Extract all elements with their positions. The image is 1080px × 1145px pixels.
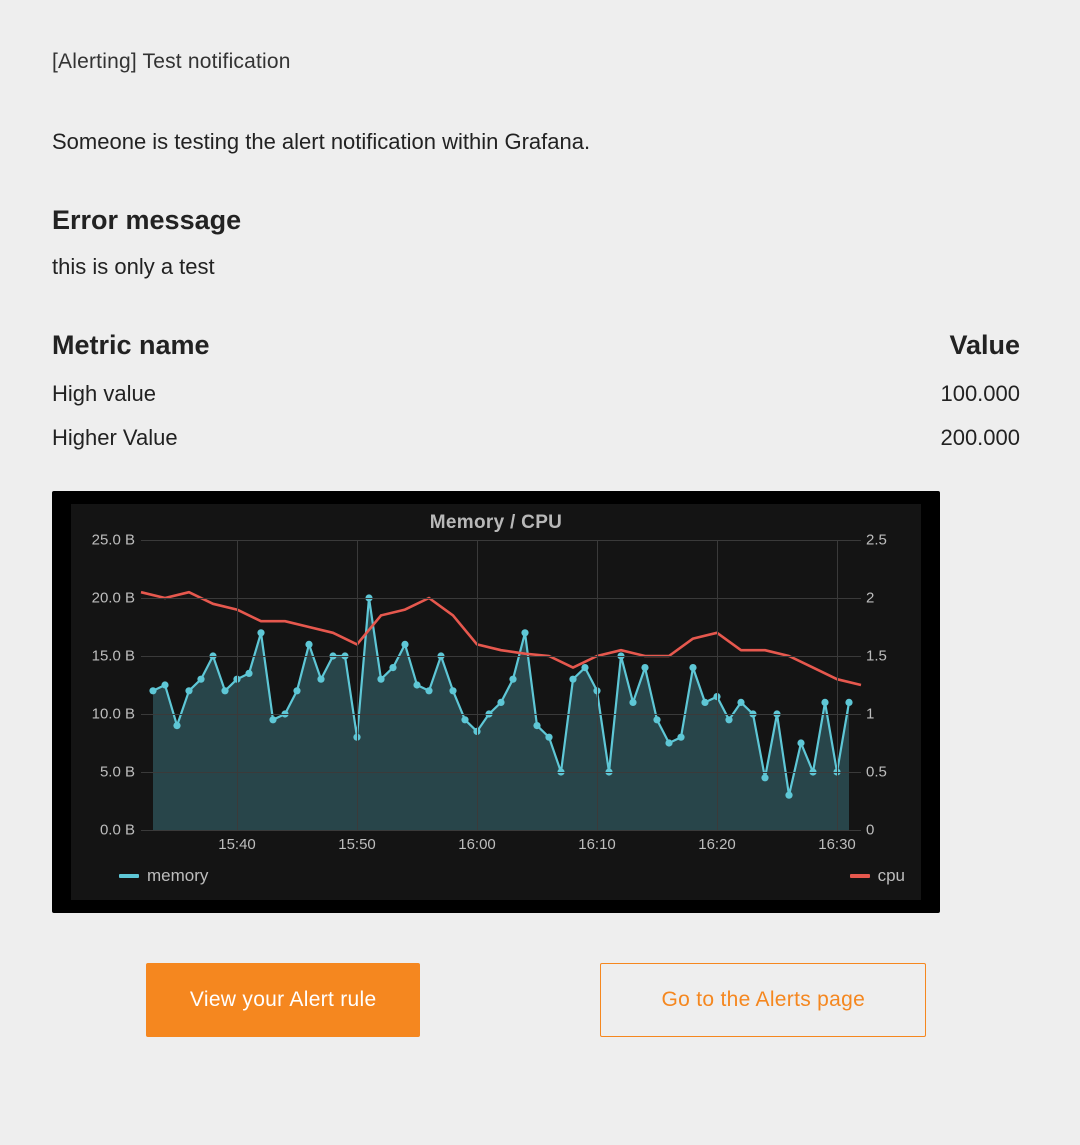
error-text: this is only a test bbox=[52, 254, 1020, 280]
metric-value: 200.000 bbox=[940, 425, 1020, 451]
y-right-tick: 1.5 bbox=[866, 648, 908, 665]
x-tick: 16:00 bbox=[458, 836, 496, 853]
y-left-tick: 5.0 B bbox=[83, 764, 135, 781]
legend-item-cpu: cpu bbox=[850, 866, 905, 886]
table-row: High value 100.000 bbox=[52, 381, 1020, 407]
legend-swatch-memory bbox=[119, 874, 139, 878]
x-tick: 15:40 bbox=[218, 836, 256, 853]
email-subject: [Alerting] Test notification bbox=[52, 50, 1020, 74]
x-tick: 16:20 bbox=[698, 836, 736, 853]
metric-value: 100.000 bbox=[940, 381, 1020, 407]
metrics-header-row: Metric name Value bbox=[52, 330, 1020, 361]
intro-text: Someone is testing the alert notificatio… bbox=[52, 129, 1020, 155]
y-right-tick: 1 bbox=[866, 706, 908, 723]
y-left-tick: 10.0 B bbox=[83, 706, 135, 723]
legend-label-memory: memory bbox=[147, 866, 208, 886]
metric-name: Higher Value bbox=[52, 425, 178, 451]
actions-row: View your Alert rule Go to the Alerts pa… bbox=[52, 963, 1020, 1037]
metrics-header-value: Value bbox=[949, 330, 1020, 361]
go-to-alerts-page-button[interactable]: Go to the Alerts page bbox=[600, 963, 926, 1037]
metrics-table: Metric name Value High value 100.000 Hig… bbox=[52, 330, 1020, 451]
table-row: Higher Value 200.000 bbox=[52, 425, 1020, 451]
legend-label-cpu: cpu bbox=[878, 866, 905, 886]
view-alert-rule-button[interactable]: View your Alert rule bbox=[146, 963, 421, 1037]
y-right-tick: 0.5 bbox=[866, 764, 908, 781]
chart-svg bbox=[141, 540, 861, 830]
metrics-header-name: Metric name bbox=[52, 330, 210, 361]
alert-email: [Alerting] Test notification Someone is … bbox=[0, 0, 1080, 1137]
error-heading: Error message bbox=[52, 205, 1020, 236]
y-left-tick: 15.0 B bbox=[83, 648, 135, 665]
y-right-tick: 2 bbox=[866, 590, 908, 607]
x-tick: 15:50 bbox=[338, 836, 376, 853]
y-left-tick: 0.0 B bbox=[83, 822, 135, 839]
chart-plot-area: 0.0 B05.0 B0.510.0 B115.0 B1.520.0 B225.… bbox=[141, 540, 861, 830]
y-left-tick: 20.0 B bbox=[83, 590, 135, 607]
x-tick: 16:30 bbox=[818, 836, 856, 853]
legend-swatch-cpu bbox=[850, 874, 870, 878]
chart-x-axis: 15:40 15:50 16:00 16:10 16:20 16:30 bbox=[141, 830, 861, 858]
chart-inner: Memory / CPU 0.0 B05.0 B0.510.0 B115.0 B… bbox=[71, 504, 921, 900]
y-left-tick: 25.0 B bbox=[83, 532, 135, 549]
chart-legend: memory cpu bbox=[83, 858, 909, 890]
y-right-tick: 0 bbox=[866, 822, 908, 839]
x-tick: 16:10 bbox=[578, 836, 616, 853]
legend-item-memory: memory bbox=[119, 866, 208, 886]
chart-panel: Memory / CPU 0.0 B05.0 B0.510.0 B115.0 B… bbox=[52, 491, 940, 913]
chart-title: Memory / CPU bbox=[83, 512, 909, 534]
metric-name: High value bbox=[52, 381, 156, 407]
y-right-tick: 2.5 bbox=[866, 532, 908, 549]
